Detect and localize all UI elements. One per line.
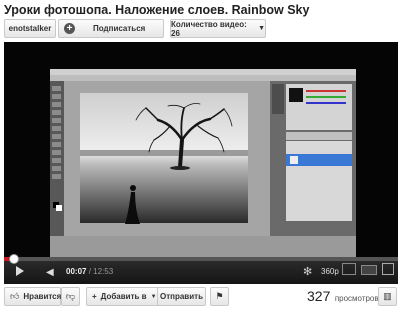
plus-icon: + xyxy=(92,292,97,301)
views-label: просмотров xyxy=(334,294,379,303)
action-bar: 👍︎ Нравится 👎︎ + Добавить в ▼ Отправить … xyxy=(0,285,400,309)
channel-name: enotstalker xyxy=(8,24,52,33)
quality-label[interactable]: 360p xyxy=(321,267,339,276)
large-player-button[interactable] xyxy=(361,265,377,275)
stats-icon: ▥ xyxy=(383,291,392,301)
add-label: Добавить в xyxy=(100,292,147,301)
share-button[interactable]: Отправить xyxy=(157,287,206,306)
subscribe-label: Подписаться xyxy=(93,24,146,33)
video-frame[interactable] xyxy=(4,42,398,257)
channel-bar: enotstalker + Подписаться Количество вид… xyxy=(0,19,400,41)
like-button[interactable]: 👍︎ Нравится xyxy=(4,287,61,306)
dislike-button[interactable]: 👎︎ xyxy=(61,287,80,306)
flag-icon: ⚑ xyxy=(215,291,224,301)
time-display: 00:07 / 12:53 xyxy=(66,267,113,276)
stats-button[interactable]: ▥ xyxy=(378,287,397,306)
flag-button[interactable]: ⚑ xyxy=(210,287,229,306)
progress-handle[interactable] xyxy=(9,254,19,264)
view-counter: 327 просмотров xyxy=(307,288,379,306)
video-content xyxy=(50,69,356,257)
views-count: 327 xyxy=(307,288,331,304)
subscribe-button[interactable]: + Подписаться xyxy=(58,19,164,38)
chevron-down-icon: ▼ xyxy=(258,25,265,32)
thumbs-up-icon: 👍︎ xyxy=(10,291,20,301)
video-count-label: Количество видео: 26 xyxy=(171,19,247,38)
plus-icon: + xyxy=(64,23,75,34)
add-to-button[interactable]: + Добавить в ▼ xyxy=(86,287,164,306)
play-icon[interactable] xyxy=(16,266,24,276)
thumbs-down-icon: 👎︎ xyxy=(65,291,76,301)
player-controls: ◀ 00:07 / 12:53 ✻ 360p xyxy=(4,257,398,284)
time-separator: / xyxy=(88,267,91,276)
settings-icon[interactable]: ✻ xyxy=(303,265,312,278)
video-count-dropdown[interactable]: Количество видео: 26 ▼ xyxy=(170,19,266,38)
watch-later-button[interactable] xyxy=(342,263,356,275)
video-player[interactable]: ◀ 00:07 / 12:53 ✻ 360p xyxy=(4,42,398,284)
progress-bar[interactable] xyxy=(4,254,398,264)
like-label: Нравится xyxy=(23,292,62,301)
volume-icon[interactable]: ◀ xyxy=(46,267,54,278)
current-time: 00:07 xyxy=(66,267,87,276)
fullscreen-button[interactable] xyxy=(382,263,394,275)
share-label: Отправить xyxy=(160,292,203,301)
video-title: Уроки фотошопа. Наложение слоев. Rainbow… xyxy=(4,3,310,17)
channel-name-button[interactable]: enotstalker xyxy=(4,19,56,38)
duration: 12:53 xyxy=(93,267,114,276)
chevron-down-icon: ▼ xyxy=(150,293,157,300)
